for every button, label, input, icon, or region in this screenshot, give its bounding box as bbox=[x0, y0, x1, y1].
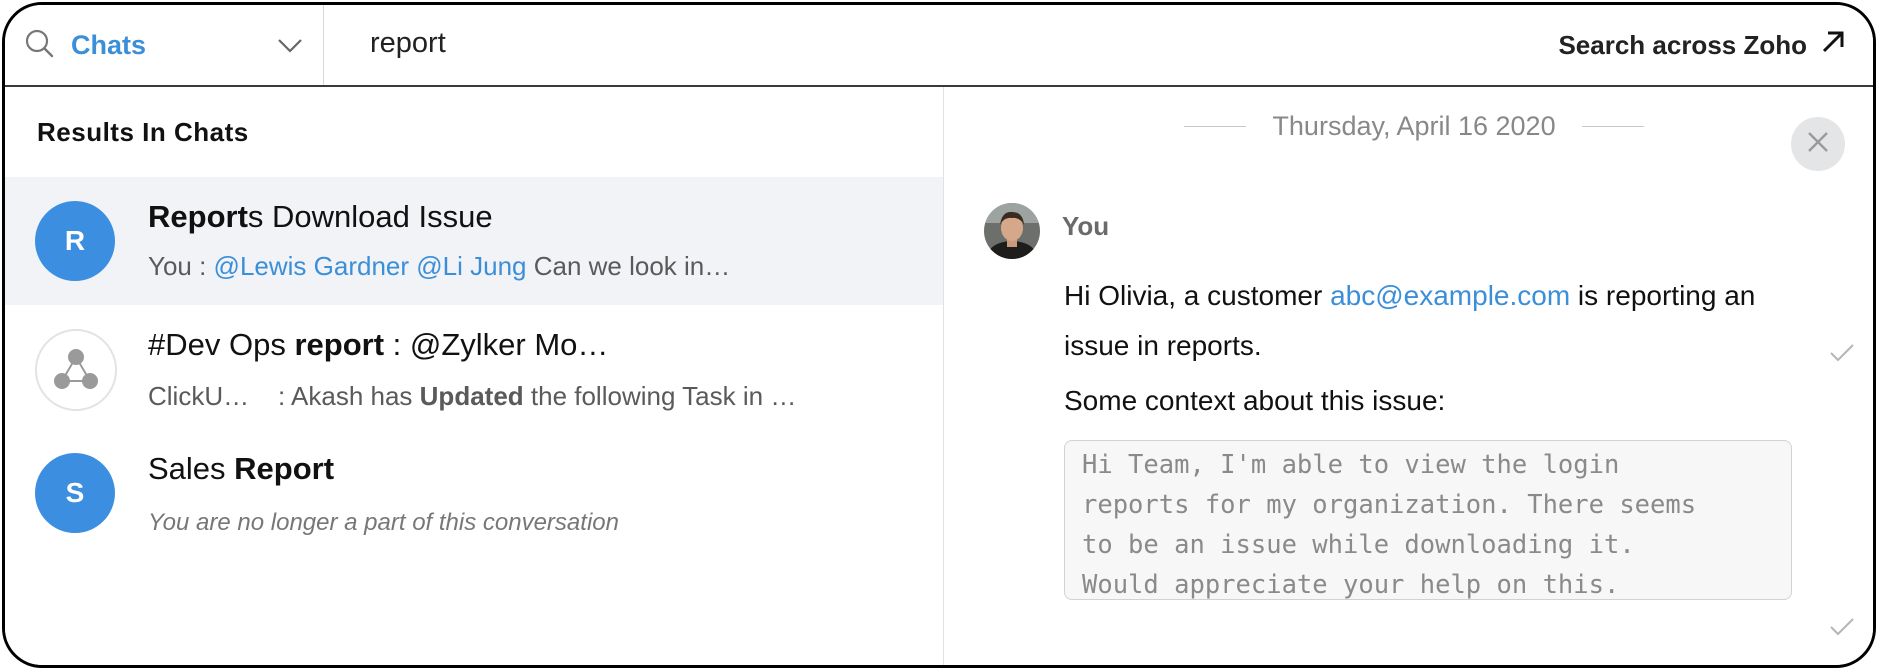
chevron-down-icon bbox=[277, 38, 303, 59]
results-heading: Results In Chats bbox=[37, 117, 249, 147]
search-scope-label: Chats bbox=[71, 30, 147, 60]
avatar: S bbox=[35, 453, 115, 533]
preview-rest: Can we look in… bbox=[526, 251, 731, 281]
message-pre: Hi Olivia, a customer bbox=[1064, 280, 1331, 311]
sender-name: You bbox=[1062, 211, 1110, 241]
search-across-zoho-button[interactable]: Search across Zoho bbox=[1558, 30, 1845, 61]
divider bbox=[1184, 126, 1247, 127]
date-label: Thursday, April 16 2020 bbox=[1272, 111, 1556, 141]
search-input[interactable]: report bbox=[370, 27, 446, 60]
title-pre: Sales bbox=[148, 451, 235, 486]
avatar: R bbox=[35, 201, 115, 281]
checkmark-icon bbox=[1829, 343, 1855, 368]
list-item[interactable]: R Reports Download Issue You : @Lewis Ga… bbox=[5, 177, 943, 305]
mention-link[interactable]: @Lewis Gardner bbox=[214, 251, 409, 281]
chat-title: Reports Download Issue bbox=[148, 199, 493, 235]
title-match: report bbox=[294, 327, 385, 362]
chat-preview: You : @Lewis Gardner @Li Jung Can we loo… bbox=[148, 251, 730, 282]
list-item[interactable]: S Sales Report You are no longer a part … bbox=[5, 435, 943, 563]
title-match: Report bbox=[148, 199, 248, 234]
title-match: Report bbox=[234, 451, 335, 486]
title-rest: : @Zylker Mo… bbox=[384, 327, 609, 362]
divider bbox=[1581, 126, 1645, 127]
chat-title: Sales Report bbox=[148, 451, 334, 487]
message-text: Hi Olivia, a customer abc@example.com is… bbox=[1064, 271, 1824, 371]
close-button[interactable] bbox=[1791, 117, 1845, 171]
close-icon bbox=[1806, 130, 1830, 159]
preview-prefix: ClickU… : Akash has bbox=[148, 381, 420, 411]
preview-bold: Updated bbox=[419, 381, 524, 411]
context-label: Some context about this issue: bbox=[1064, 385, 1446, 416]
chat-title: #Dev Ops report : @Zylker Mo… bbox=[148, 327, 608, 363]
open-external-arrow-icon bbox=[1821, 30, 1845, 61]
list-item[interactable]: #Dev Ops report : @Zylker Mo… ClickU… : … bbox=[5, 307, 943, 435]
title-pre: #Dev Ops bbox=[148, 327, 295, 362]
group-icon bbox=[35, 329, 117, 411]
search-bar: Chats report Search across Zoho bbox=[5, 5, 1873, 87]
email-link[interactable]: abc@example.com bbox=[1330, 280, 1570, 311]
chat-preview: ClickU… : Akash has Updated the followin… bbox=[148, 381, 796, 412]
avatar bbox=[984, 203, 1040, 259]
message-preview-pane: Thursday, April 16 2020 You Hi Olivia, a… bbox=[943, 87, 1873, 665]
search-across-label: Search across Zoho bbox=[1558, 30, 1807, 60]
search-window: Chats report Search across Zoho Results … bbox=[2, 2, 1876, 668]
chat-preview: You are no longer a part of this convers… bbox=[148, 509, 619, 536]
preview-prefix: You : bbox=[148, 251, 214, 281]
title-rest: s Download Issue bbox=[247, 199, 493, 234]
date-separator: Thursday, April 16 2020 bbox=[1184, 111, 1645, 142]
checkmark-icon bbox=[1829, 617, 1855, 642]
mention-link[interactable]: @Li Jung bbox=[416, 251, 526, 281]
quoted-block: Hi Team, I'm able to view the login repo… bbox=[1064, 440, 1792, 600]
search-scope-dropdown[interactable]: Chats bbox=[5, 5, 324, 85]
preview-rest: the following Task in … bbox=[523, 381, 797, 411]
results-list: Results In Chats R Reports Download Issu… bbox=[5, 87, 943, 665]
search-icon bbox=[25, 29, 55, 64]
